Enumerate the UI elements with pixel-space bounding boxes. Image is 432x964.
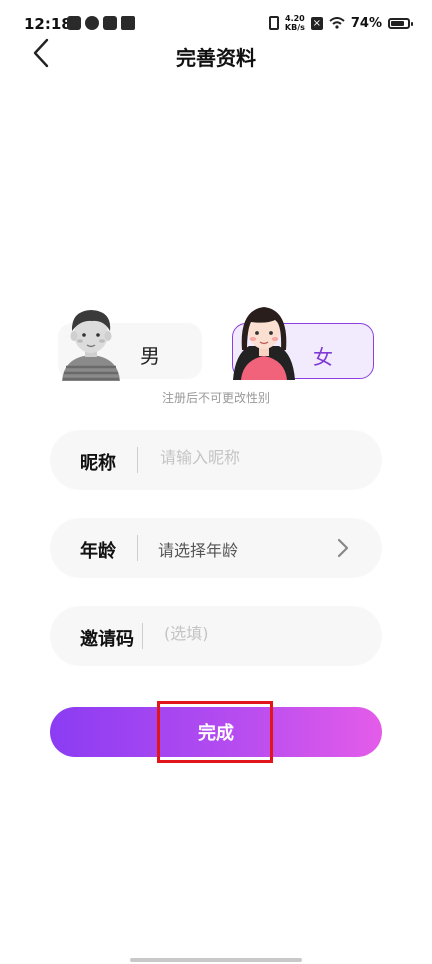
gender-option-male[interactable]: 男 xyxy=(58,310,202,381)
status-bar: 12:18 4.20 KB/s × 74% xyxy=(0,0,432,40)
notification-app-icon xyxy=(121,16,135,30)
female-avatar xyxy=(233,307,295,380)
nickname-input[interactable] xyxy=(160,448,360,467)
age-label: 年龄 xyxy=(80,541,116,562)
battery-icon xyxy=(388,17,413,29)
invite-code-field[interactable]: 邀请码 xyxy=(50,606,382,666)
age-field[interactable]: 年龄 请选择年龄 xyxy=(50,518,382,578)
vibrate-icon xyxy=(268,16,279,30)
chevron-right-icon[interactable] xyxy=(336,537,350,559)
screen: 12:18 4.20 KB/s × 74% 完善资料 男 女 注册后不可更改性别… xyxy=(0,0,432,964)
female-label: 女 xyxy=(313,345,333,369)
field-divider xyxy=(137,535,138,561)
age-select-value[interactable]: 请选择年龄 xyxy=(158,537,238,561)
wifi-icon xyxy=(329,17,345,29)
network-speed-value: 4.20 xyxy=(285,14,305,23)
page-title: 完善资料 xyxy=(176,46,256,70)
notification-icons xyxy=(67,16,135,30)
field-divider xyxy=(142,623,143,649)
notification-app-icon xyxy=(103,16,117,30)
notification-app-icon xyxy=(85,16,99,30)
x-icon: × xyxy=(310,16,323,30)
network-speed-unit: KB/s xyxy=(284,23,305,32)
highlight-box xyxy=(157,701,273,763)
gender-hint: 注册后不可更改性别 xyxy=(161,391,270,405)
nickname-field[interactable]: 昵称 xyxy=(50,430,382,490)
network-speed: 4.20 KB/s xyxy=(285,14,305,32)
nickname-label: 昵称 xyxy=(80,453,116,474)
battery-percent: 74% xyxy=(350,15,382,31)
invite-code-input[interactable] xyxy=(164,624,354,643)
male-avatar xyxy=(62,310,120,381)
invite-code-label: 邀请码 xyxy=(80,629,134,650)
status-right: 4.20 KB/s × 74% xyxy=(268,14,413,32)
status-time: 12:18 xyxy=(24,15,72,33)
notification-app-icon xyxy=(67,16,81,30)
battery-fill xyxy=(391,20,405,26)
male-label: 男 xyxy=(140,344,160,368)
home-indicator xyxy=(130,958,302,962)
field-divider xyxy=(137,447,138,473)
gender-option-female[interactable]: 女 xyxy=(232,307,374,380)
